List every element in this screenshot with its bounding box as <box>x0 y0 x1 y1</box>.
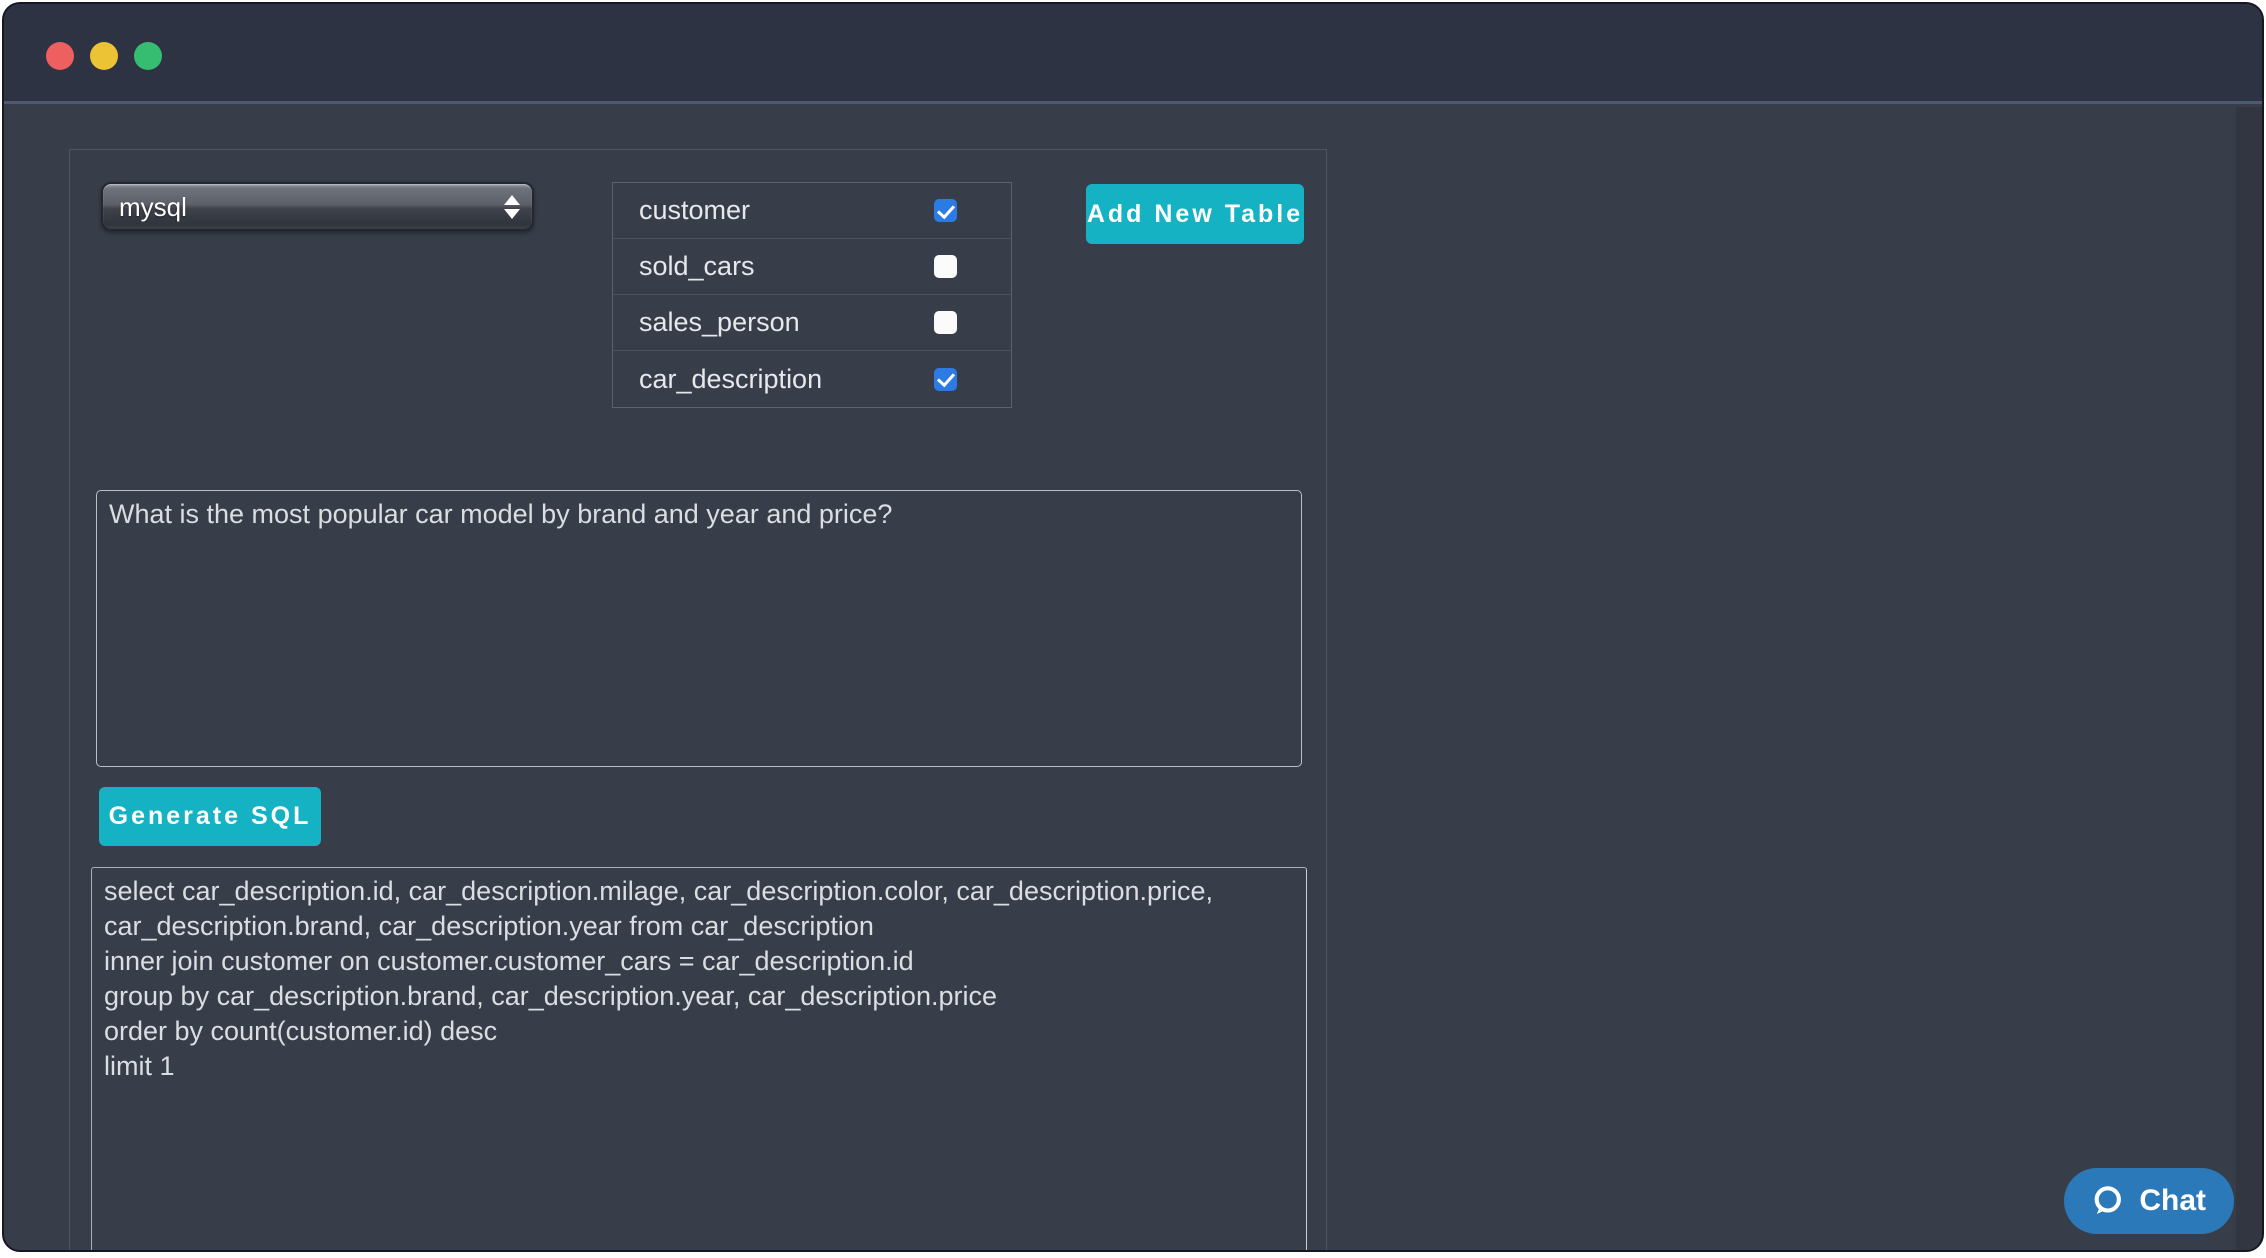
chat-button-label: Chat <box>2139 1184 2206 1218</box>
table-name: car_description <box>613 364 934 395</box>
generate-sql-button[interactable]: Generate SQL <box>99 787 321 846</box>
app-window: mysql customer sold_cars sales_person ca… <box>2 2 2264 1252</box>
chat-button[interactable]: Chat <box>2064 1168 2234 1234</box>
question-textarea[interactable]: What is the most popular car model by br… <box>96 490 1302 767</box>
table-row[interactable]: customer <box>613 183 1011 239</box>
chat-bubble-icon <box>2088 1182 2126 1220</box>
table-row[interactable]: car_description <box>613 351 1011 407</box>
table-checkbox[interactable] <box>934 368 957 391</box>
sql-output-textarea[interactable]: select car_description.id, car_descripti… <box>91 867 1307 1252</box>
table-row[interactable]: sales_person <box>613 295 1011 351</box>
main-content: mysql customer sold_cars sales_person ca… <box>4 107 2262 1250</box>
table-checkbox[interactable] <box>934 311 957 334</box>
table-name: sales_person <box>613 307 934 338</box>
table-name: customer <box>613 195 934 226</box>
zoom-button[interactable] <box>134 42 162 70</box>
table-checkbox[interactable] <box>934 199 957 222</box>
window-titlebar <box>4 4 2262 104</box>
add-new-table-button[interactable]: Add New Table <box>1086 184 1304 244</box>
window-controls <box>46 42 162 70</box>
database-select[interactable]: mysql <box>101 182 534 231</box>
table-row[interactable]: sold_cars <box>613 239 1011 295</box>
table-checkbox[interactable] <box>934 255 957 278</box>
table-name: sold_cars <box>613 251 934 282</box>
scrollbar-track[interactable] <box>2236 107 2262 1250</box>
close-button[interactable] <box>46 42 74 70</box>
table-list: customer sold_cars sales_person car_desc… <box>612 182 1012 408</box>
minimize-button[interactable] <box>90 42 118 70</box>
database-select-wrap: mysql <box>101 182 534 231</box>
